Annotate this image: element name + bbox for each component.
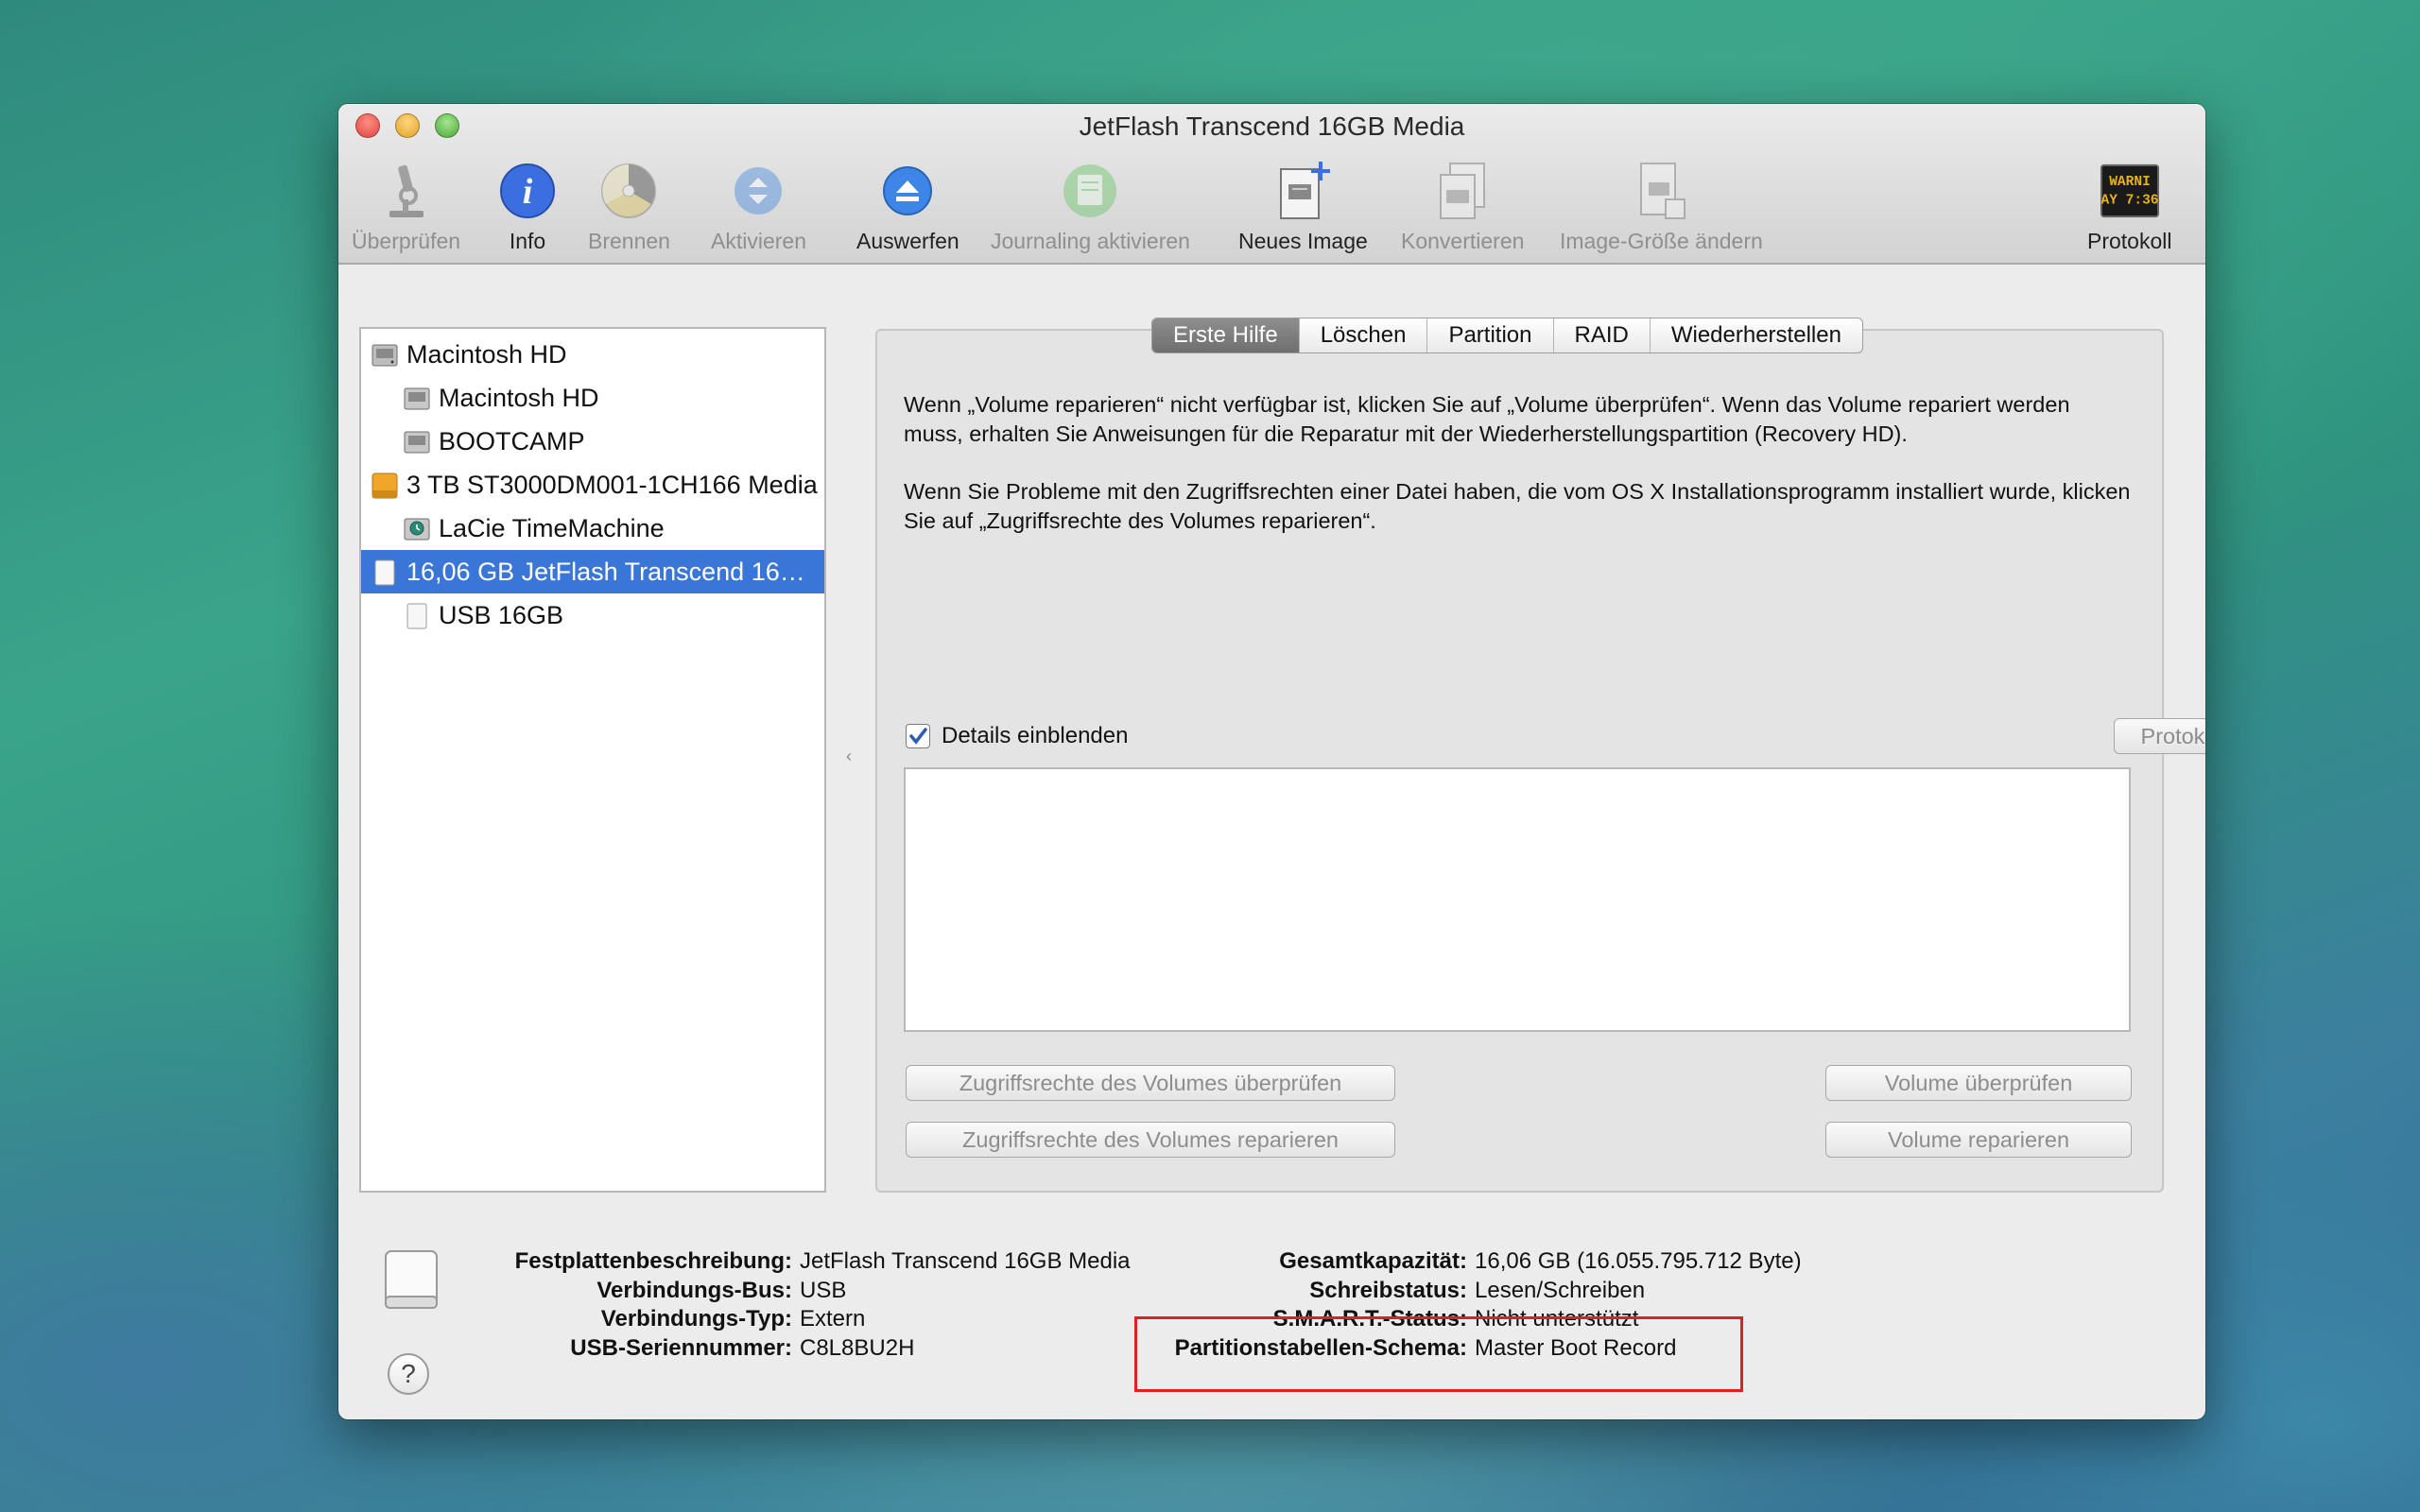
journaling-icon [1060, 161, 1120, 221]
toolbar-journaling-button[interactable]: Journaling aktivieren [991, 161, 1190, 254]
toolbar-eject-button[interactable]: Auswerfen [856, 161, 959, 254]
instruction-paragraph-1: Wenn „Volume reparieren“ nicht verfügbar… [904, 392, 2070, 446]
sidebar-item-seagate-disk[interactable]: 3 TB ST3000DM001-1CH166 Media [361, 463, 824, 507]
tab-bar: Erste Hilfe Löschen Partition RAID Wiede… [1151, 318, 1863, 353]
eject-icon [877, 161, 938, 221]
disk-list: Macintosh HD Macintosh HD BOOTCAMP 3 TB … [359, 327, 826, 1193]
split-view-handle[interactable]: ‹ [846, 747, 852, 766]
toolbar-burn-button[interactable]: Brennen [588, 161, 670, 254]
svg-text:AY 7:36: AY 7:36 [2100, 194, 2158, 209]
disk-utility-window: JetFlash Transcend 16GB Media Überprüfen… [338, 104, 2205, 1419]
tab-restore[interactable]: Wiederherstellen [1651, 318, 1862, 352]
annotation-highlight-box [1134, 1316, 1743, 1392]
sidebar-item-macintosh-hd-volume[interactable]: Macintosh HD [361, 376, 824, 420]
details-toggle[interactable]: Details einblenden [906, 723, 1128, 749]
toolbar-new-image-button[interactable]: Neues Image [1238, 161, 1368, 254]
info-icon: i [497, 161, 558, 221]
toolbar-verify-button[interactable]: Überprüfen [352, 161, 460, 254]
timemachine-volume-icon [404, 518, 430, 541]
burn-icon [598, 161, 659, 221]
mount-icon [728, 161, 788, 221]
log-icon: WARNI AY 7:36 [2100, 161, 2160, 221]
volume-icon [404, 387, 430, 410]
internal-disk-icon [372, 344, 398, 367]
details-log-view[interactable] [904, 767, 2131, 1032]
window-title: JetFlash Transcend 16GB Media [1079, 112, 1465, 141]
sidebar-item-macintosh-hd-disk[interactable]: Macintosh HD [361, 333, 824, 376]
tab-first-aid[interactable]: Erste Hilfe [1152, 318, 1300, 352]
volume-icon [404, 431, 430, 454]
details-checkbox[interactable] [906, 724, 930, 748]
toolbar-log-button[interactable]: WARNI AY 7:36 Protokoll [2087, 161, 2171, 254]
help-button[interactable]: ? [388, 1353, 429, 1395]
verify-permissions-button[interactable]: Zugriffsrechte des Volumes überprüfen [906, 1065, 1395, 1101]
resize-image-icon [1631, 161, 1691, 221]
tab-partition[interactable]: Partition [1427, 318, 1554, 352]
checkmark-icon [909, 728, 927, 745]
selected-disk-icon [380, 1246, 442, 1318]
usb-disk-icon [374, 559, 395, 586]
svg-text:i: i [523, 172, 533, 212]
external-disk-icon [372, 472, 398, 499]
first-aid-instructions: Wenn „Volume reparieren“ nicht verfügbar… [904, 390, 2133, 536]
new-image-icon [1272, 161, 1333, 221]
tab-erase[interactable]: Löschen [1300, 318, 1428, 352]
tab-raid[interactable]: RAID [1554, 318, 1651, 352]
instruction-paragraph-2: Wenn Sie Probleme mit den Zugriffsrechte… [904, 479, 2131, 533]
sidebar-item-usb-16gb-volume[interactable]: USB 16GB [361, 593, 824, 637]
toolbar-mount-button[interactable]: Aktivieren [711, 161, 806, 254]
disk-info-left: Festplattenbeschreibung: JetFlash Transce… [514, 1248, 1131, 1361]
toolbar-convert-button[interactable]: Konvertieren [1401, 161, 1524, 254]
usb-volume-icon [406, 603, 427, 629]
microscope-icon [376, 161, 437, 221]
convert-icon [1432, 161, 1493, 221]
toolbar-info-button[interactable]: i Info [497, 161, 558, 254]
title-bar: JetFlash Transcend 16GB Media Überprüfen… [338, 104, 2205, 265]
verify-volume-button[interactable]: Volume überprüfen [1825, 1065, 2132, 1101]
toolbar-resize-image-button[interactable]: Image-Größe ändern [1560, 161, 1763, 254]
repair-permissions-button[interactable]: Zugriffsrechte des Volumes reparieren [906, 1122, 1395, 1158]
clear-log-button[interactable]: Protokoll löschen [2114, 718, 2205, 754]
details-label: Details einblenden [942, 723, 1129, 748]
sidebar-item-lacie-timemachine[interactable]: LaCie TimeMachine [361, 507, 824, 550]
repair-volume-button[interactable]: Volume reparieren [1825, 1122, 2132, 1158]
sidebar-item-bootcamp-volume[interactable]: BOOTCAMP [361, 420, 824, 463]
sidebar-item-jetflash-disk[interactable]: 16,06 GB JetFlash Transcend 16… [361, 550, 824, 593]
svg-text:WARNI: WARNI [2109, 175, 2151, 190]
